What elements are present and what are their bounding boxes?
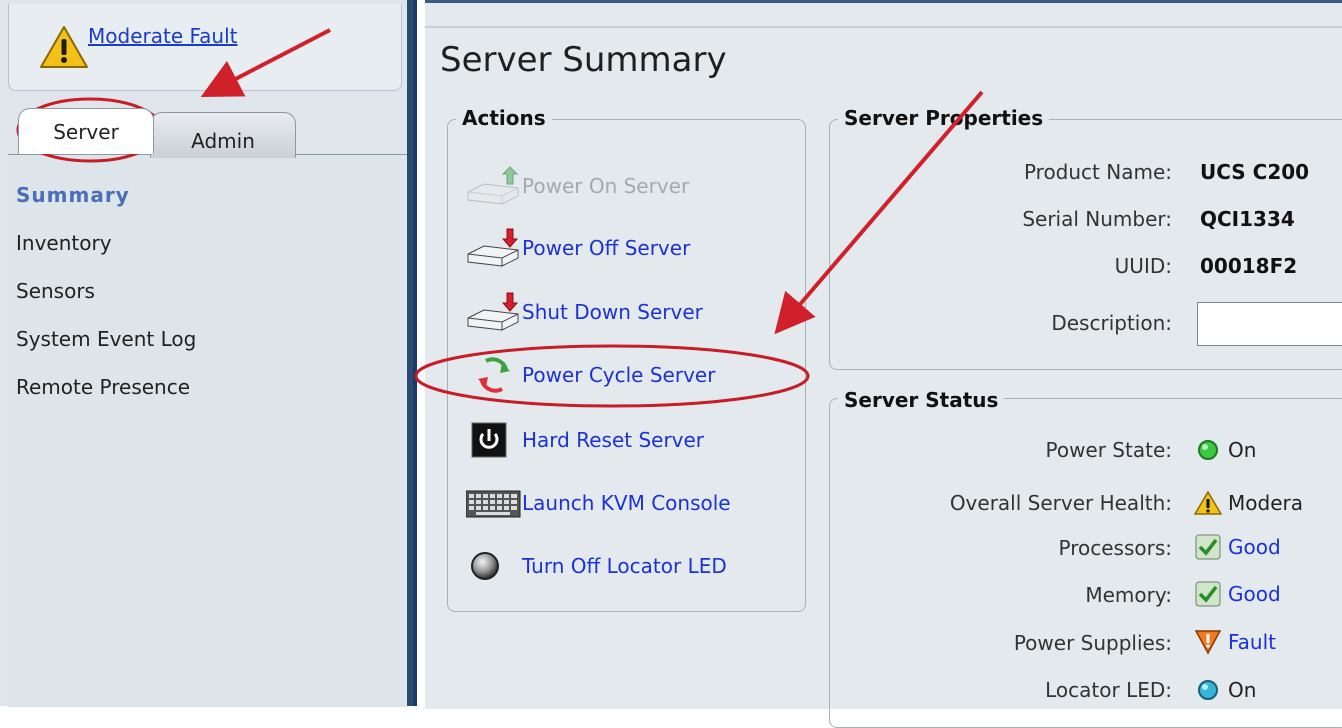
hard-reset-server-action[interactable]: Hard Reset Server	[466, 420, 704, 460]
power-supplies-label: Power Supplies:	[1013, 631, 1172, 655]
product-name-value: UCS C200	[1200, 160, 1310, 184]
memory-text[interactable]: Good	[1228, 582, 1281, 606]
power-on-server-label: Power On Server	[522, 174, 690, 198]
pane-divider-edge	[413, 0, 417, 706]
serial-number-label: Serial Number:	[1022, 207, 1172, 231]
blue-status-icon	[1194, 676, 1222, 704]
server-status-legend: Server Status	[838, 388, 1005, 412]
hard-reset-server-label: Hard Reset Server	[522, 428, 705, 452]
server-properties-legend: Server Properties	[838, 106, 1050, 130]
tab-server[interactable]: Server	[18, 108, 154, 154]
overall-health-text[interactable]: Modera	[1228, 491, 1303, 515]
shut-down-server-label: Shut Down Server	[522, 300, 703, 324]
nav-item-system-event-log[interactable]: System Event Log	[16, 327, 196, 351]
processors-label: Processors:	[1058, 536, 1173, 560]
main-top-rule	[425, 26, 1342, 28]
uuid-value: 00018F2	[1200, 254, 1298, 278]
power-cycle-server-action[interactable]: Power Cycle Server	[466, 355, 715, 395]
power-cycle-server-label: Power Cycle Server	[522, 363, 716, 387]
power-on-icon	[466, 166, 522, 206]
memory-value: Good	[1194, 580, 1281, 608]
nav-item-inventory[interactable]: Inventory	[16, 231, 112, 255]
locator-led-text: On	[1228, 678, 1257, 702]
nav-item-sensors[interactable]: Sensors	[16, 279, 95, 303]
processors-text[interactable]: Good	[1228, 535, 1281, 559]
actions-legend: Actions	[456, 106, 552, 130]
power-state-value: On	[1194, 436, 1256, 464]
turn-off-locator-led-action[interactable]: Turn Off Locator LED	[466, 546, 727, 586]
nav-item-remote-presence[interactable]: Remote Presence	[16, 375, 190, 399]
warning-icon	[1194, 489, 1222, 517]
uuid-label: UUID:	[1114, 254, 1172, 278]
overall-health-value: Modera	[1194, 489, 1303, 517]
serial-number-value: QCI1334	[1200, 207, 1295, 231]
overall-health-label: Overall Server Health:	[949, 491, 1172, 515]
check-icon	[1194, 533, 1222, 561]
nav-item-summary[interactable]: Summary	[16, 183, 130, 207]
tab-admin[interactable]: Admin	[150, 112, 296, 158]
power-supplies-value: Fault	[1194, 628, 1276, 656]
power-on-server-action[interactable]: Power On Server	[466, 166, 689, 206]
locator-led-label: Locator LED:	[1045, 678, 1172, 702]
locator-led-value: On	[1194, 676, 1256, 704]
power-cycle-icon	[466, 355, 522, 395]
turn-off-locator-led-label: Turn Off Locator LED	[522, 554, 727, 578]
keyboard-icon	[466, 483, 522, 523]
power-off-server-label: Power Off Server	[522, 236, 691, 260]
power-off-server-action[interactable]: Power Off Server	[466, 228, 690, 268]
fault-icon	[1194, 628, 1222, 656]
shut-down-server-action[interactable]: Shut Down Server	[466, 292, 703, 332]
hard-reset-icon	[466, 420, 522, 460]
processors-value: Good	[1194, 533, 1281, 561]
warning-icon	[40, 26, 88, 68]
launch-kvm-console-action[interactable]: Launch KVM Console	[466, 483, 731, 523]
shut-down-icon	[466, 292, 522, 332]
green-status-icon	[1194, 436, 1222, 464]
power-supplies-text[interactable]: Fault	[1228, 630, 1276, 654]
description-label: Description:	[1051, 311, 1172, 335]
description-input[interactable]	[1197, 302, 1342, 346]
page-title: Server Summary	[440, 40, 727, 80]
moderate-fault-link[interactable]: Moderate Fault	[88, 24, 237, 48]
launch-kvm-console-label: Launch KVM Console	[522, 491, 731, 515]
power-state-text: On	[1228, 438, 1257, 462]
locator-led-icon	[466, 546, 522, 586]
memory-label: Memory:	[1085, 583, 1172, 607]
product-name-label: Product Name:	[1023, 160, 1172, 184]
check-icon	[1194, 580, 1222, 608]
power-state-label: Power State:	[1045, 438, 1172, 462]
power-off-icon	[466, 228, 522, 268]
